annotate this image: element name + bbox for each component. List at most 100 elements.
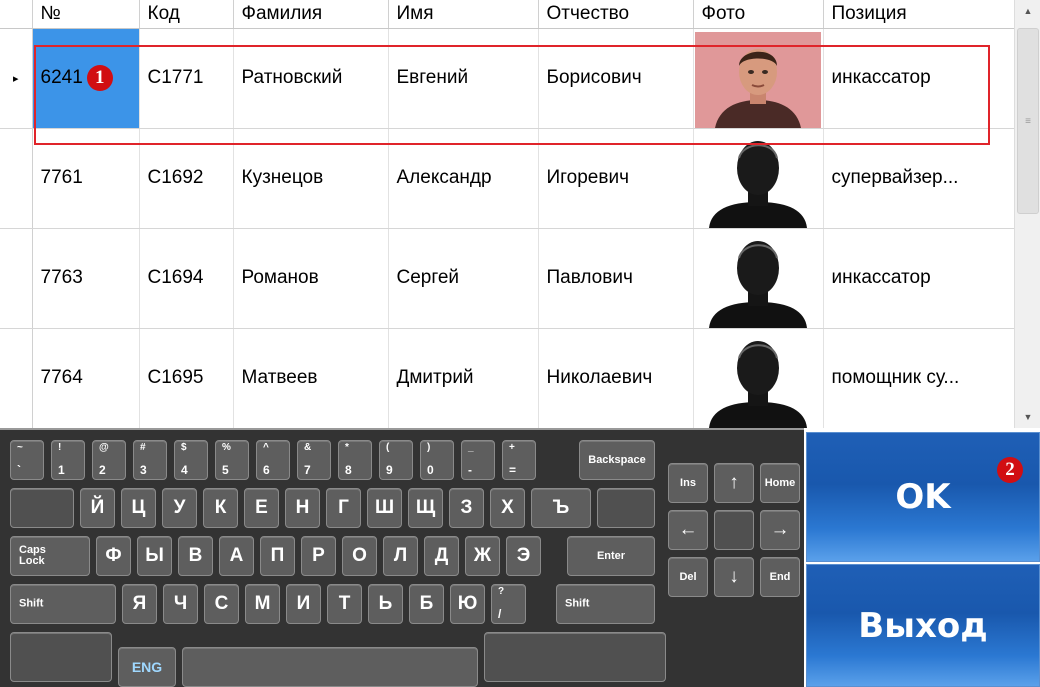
key-5[interactable]: % 5: [215, 440, 249, 480]
scroll-up-arrow-icon[interactable]: ▲: [1015, 0, 1040, 22]
row-header[interactable]: [0, 128, 33, 229]
key-letter[interactable]: Щ: [408, 488, 443, 528]
enter-key[interactable]: Enter: [567, 536, 655, 576]
key-0[interactable]: ) 0: [420, 440, 454, 480]
column-header-code[interactable]: Код: [139, 0, 234, 29]
employee-grid[interactable]: № Код Фамилия Имя Отчество Фото Позиция …: [0, 0, 1014, 428]
cell-num[interactable]: 7761: [32, 128, 140, 229]
key-2[interactable]: @2: [92, 440, 126, 480]
table-row[interactable]: ▸ 6241 1 C1771 Ратновский Евгений Борисов…: [0, 28, 1014, 129]
tab-key[interactable]: [10, 488, 74, 528]
key-letter[interactable]: Ф: [96, 536, 131, 576]
column-header-num[interactable]: №: [32, 0, 140, 29]
key-letter[interactable]: Р: [301, 536, 336, 576]
cell-num[interactable]: 7764: [32, 328, 140, 428]
key-letter[interactable]: Ъ: [531, 488, 591, 528]
cell-num[interactable]: 6241 1: [32, 28, 140, 129]
vertical-scrollbar[interactable]: ▲ ≡ ▼: [1014, 0, 1040, 428]
key-8[interactable]: * 8: [338, 440, 372, 480]
key-letter[interactable]: П: [260, 536, 295, 576]
exit-button[interactable]: Выход: [806, 564, 1040, 687]
key-tilde[interactable]: ~ `: [10, 440, 44, 480]
cell-code[interactable]: C1695: [139, 328, 234, 428]
key-letter[interactable]: З: [449, 488, 484, 528]
column-header-photo[interactable]: Фото: [693, 0, 824, 29]
key-letter[interactable]: Й: [80, 488, 115, 528]
key-equals[interactable]: + =: [502, 440, 536, 480]
alt-key[interactable]: [484, 632, 666, 682]
language-switch-key[interactable]: ENG: [118, 647, 176, 687]
key-minus[interactable]: _ -: [461, 440, 495, 480]
cell-lastname[interactable]: Романов: [233, 228, 389, 329]
key-letter[interactable]: Г: [326, 488, 361, 528]
column-header-lastname[interactable]: Фамилия: [233, 0, 389, 29]
key-letter[interactable]: Б: [409, 584, 444, 624]
cell-num[interactable]: 7763: [32, 228, 140, 329]
row-header[interactable]: [0, 328, 33, 428]
cell-photo[interactable]: [693, 328, 824, 428]
key-letter[interactable]: Е: [244, 488, 279, 528]
cell-middlename[interactable]: Игоревич: [538, 128, 694, 229]
key-letter[interactable]: А: [219, 536, 254, 576]
key-letter[interactable]: Л: [383, 536, 418, 576]
center-key[interactable]: [714, 510, 754, 550]
key-letter[interactable]: О: [342, 536, 377, 576]
up-arrow-key[interactable]: ↑: [714, 463, 754, 503]
key-4[interactable]: $4: [174, 440, 208, 480]
table-row[interactable]: 7761 C1692 Кузнецов Александр Игоревич с…: [0, 128, 1014, 229]
backslash-key[interactable]: [597, 488, 655, 528]
key-letter[interactable]: К: [203, 488, 238, 528]
key-letter[interactable]: Я: [122, 584, 157, 624]
key-letter[interactable]: У: [162, 488, 197, 528]
left-arrow-key[interactable]: ←: [668, 510, 708, 550]
right-shift-key[interactable]: Shift: [556, 584, 655, 624]
backspace-key[interactable]: Backspace: [579, 440, 655, 480]
cell-photo[interactable]: [693, 128, 824, 229]
key-7[interactable]: & 7: [297, 440, 331, 480]
insert-key[interactable]: Ins: [668, 463, 708, 503]
key-letter[interactable]: М: [245, 584, 280, 624]
key-letter[interactable]: В: [178, 536, 213, 576]
key-6[interactable]: ^ 6: [256, 440, 290, 480]
cell-position[interactable]: супервайзер...: [823, 128, 1014, 229]
column-header-middlename[interactable]: Отчество: [538, 0, 694, 29]
ctrl-key[interactable]: [10, 632, 112, 682]
left-shift-key[interactable]: Shift: [10, 584, 116, 624]
cell-firstname[interactable]: Дмитрий: [388, 328, 539, 428]
home-key[interactable]: Home: [760, 463, 800, 503]
cell-firstname[interactable]: Сергей: [388, 228, 539, 329]
key-letter[interactable]: Ц: [121, 488, 156, 528]
key-letter[interactable]: Ь: [368, 584, 403, 624]
scroll-down-arrow-icon[interactable]: ▼: [1015, 406, 1040, 428]
cell-position[interactable]: инкассатор: [823, 228, 1014, 329]
down-arrow-key[interactable]: ↓: [714, 557, 754, 597]
column-header-firstname[interactable]: Имя: [388, 0, 539, 29]
key-letter[interactable]: Э: [506, 536, 541, 576]
cell-firstname[interactable]: Александр: [388, 128, 539, 229]
key-letter[interactable]: Ш: [367, 488, 402, 528]
key-letter[interactable]: Х: [490, 488, 525, 528]
cell-middlename[interactable]: Борисович: [538, 28, 694, 129]
cell-photo[interactable]: [693, 28, 824, 129]
cell-lastname[interactable]: Ратновский: [233, 28, 389, 129]
space-key[interactable]: [182, 647, 478, 687]
delete-key[interactable]: Del: [668, 557, 708, 597]
key-letter[interactable]: И: [286, 584, 321, 624]
cell-code[interactable]: C1692: [139, 128, 234, 229]
key-letter[interactable]: Т: [327, 584, 362, 624]
ok-button[interactable]: OK 2: [806, 432, 1040, 562]
cell-position[interactable]: помощник су...: [823, 328, 1014, 428]
key-3[interactable]: #3: [133, 440, 167, 480]
cell-position[interactable]: инкассатор: [823, 28, 1014, 129]
row-header[interactable]: [0, 228, 33, 329]
key-letter[interactable]: Д: [424, 536, 459, 576]
key-letter[interactable]: Ж: [465, 536, 500, 576]
key-letter[interactable]: Ю: [450, 584, 485, 624]
key-letter[interactable]: Н: [285, 488, 320, 528]
cell-lastname[interactable]: Матвеев: [233, 328, 389, 428]
cell-firstname[interactable]: Евгений: [388, 28, 539, 129]
column-header-position[interactable]: Позиция: [823, 0, 1014, 29]
cell-middlename[interactable]: Николаевич: [538, 328, 694, 428]
scrollbar-thumb[interactable]: ≡: [1017, 28, 1039, 214]
table-row[interactable]: 7764 C1695 Матвеев Дмитрий Николаевич по…: [0, 328, 1014, 428]
